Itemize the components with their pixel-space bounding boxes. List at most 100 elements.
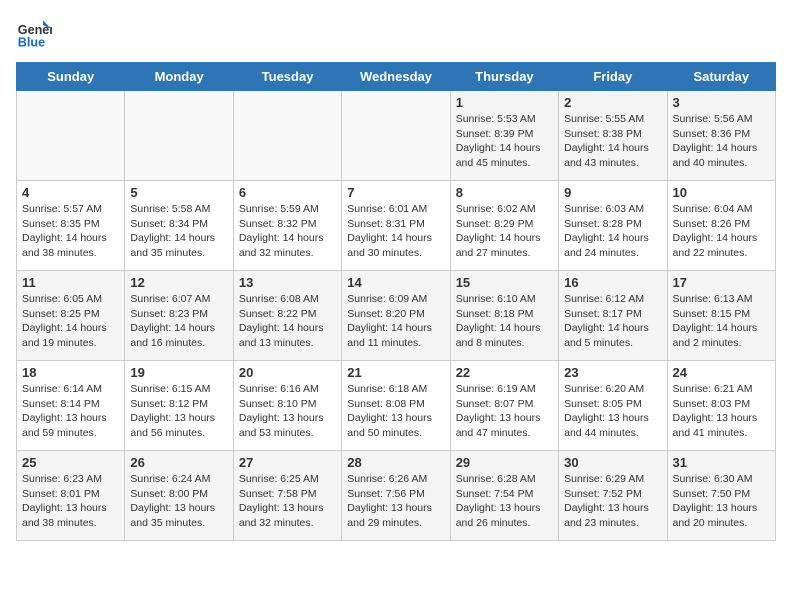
day-info: Sunrise: 5:55 AMSunset: 8:38 PMDaylight:… (564, 112, 661, 171)
day-info: Sunrise: 6:28 AMSunset: 7:54 PMDaylight:… (456, 472, 553, 531)
calendar-cell: 23 Sunrise: 6:20 AMSunset: 8:05 PMDayligh… (559, 361, 667, 451)
calendar-cell: 9 Sunrise: 6:03 AMSunset: 8:28 PMDaylight… (559, 181, 667, 271)
day-info: Sunrise: 6:12 AMSunset: 8:17 PMDaylight:… (564, 292, 661, 351)
calendar-cell: 1 Sunrise: 5:53 AMSunset: 8:39 PMDaylight… (450, 91, 558, 181)
calendar-cell: 17 Sunrise: 6:13 AMSunset: 8:15 PMDayligh… (667, 271, 775, 361)
calendar-cell: 6 Sunrise: 5:59 AMSunset: 8:32 PMDaylight… (233, 181, 341, 271)
calendar-cell: 11 Sunrise: 6:05 AMSunset: 8:25 PMDayligh… (17, 271, 125, 361)
day-number: 24 (673, 365, 770, 380)
calendar-cell (125, 91, 233, 181)
day-info: Sunrise: 6:30 AMSunset: 7:50 PMDaylight:… (673, 472, 770, 531)
day-info: Sunrise: 6:10 AMSunset: 8:18 PMDaylight:… (456, 292, 553, 351)
calendar-cell: 14Sunrise: 6:09 AMSunset: 8:20 PMDayligh… (342, 271, 450, 361)
day-number: 20 (239, 365, 336, 380)
calendar-cell: 7 Sunrise: 6:01 AMSunset: 8:31 PMDaylight… (342, 181, 450, 271)
day-number: 12 (130, 275, 227, 290)
day-info: Sunrise: 6:01 AMSunset: 8:31 PMDaylight:… (347, 202, 444, 261)
day-number: 8 (456, 185, 553, 200)
calendar-cell: 4Sunrise: 5:57 AMSunset: 8:35 PMDaylight… (17, 181, 125, 271)
calendar-cell: 2 Sunrise: 5:55 AMSunset: 8:38 PMDaylight… (559, 91, 667, 181)
calendar-cell (233, 91, 341, 181)
day-info: Sunrise: 6:14 AMSunset: 8:14 PMDaylight:… (22, 382, 119, 441)
day-number: 3 (673, 95, 770, 110)
svg-text:Blue: Blue (18, 36, 45, 50)
day-info: Sunrise: 6:04 AMSunset: 8:26 PMDaylight:… (673, 202, 770, 261)
dow-header: Wednesday (342, 63, 450, 91)
day-number: 28 (347, 455, 444, 470)
logo: General Blue (16, 16, 52, 52)
day-number: 5 (130, 185, 227, 200)
day-info: Sunrise: 6:19 AMSunset: 8:07 PMDaylight:… (456, 382, 553, 441)
day-info: Sunrise: 6:02 AMSunset: 8:29 PMDaylight:… (456, 202, 553, 261)
calendar-cell: 16 Sunrise: 6:12 AMSunset: 8:17 PMDayligh… (559, 271, 667, 361)
day-info: Sunrise: 6:09 AMSunset: 8:20 PMDaylight:… (347, 292, 444, 351)
calendar-cell: 18 Sunrise: 6:14 AMSunset: 8:14 PMDayligh… (17, 361, 125, 451)
calendar-cell: 25Sunrise: 6:23 AMSunset: 8:01 PMDayligh… (17, 451, 125, 541)
day-info: Sunrise: 6:07 AMSunset: 8:23 PMDaylight:… (130, 292, 227, 351)
calendar-header: SundayMondayTuesdayWednesdayThursdayFrid… (17, 63, 776, 91)
calendar-cell: 13 Sunrise: 6:08 AMSunset: 8:22 PMDayligh… (233, 271, 341, 361)
day-number: 2 (564, 95, 661, 110)
dow-header: Saturday (667, 63, 775, 91)
calendar-cell: 21Sunrise: 6:18 AMSunset: 8:08 PMDayligh… (342, 361, 450, 451)
calendar-cell: 12 Sunrise: 6:07 AMSunset: 8:23 PMDayligh… (125, 271, 233, 361)
day-number: 13 (239, 275, 336, 290)
page-header: General Blue (16, 16, 776, 52)
day-number: 10 (673, 185, 770, 200)
day-number: 11 (22, 275, 119, 290)
day-info: Sunrise: 5:58 AMSunset: 8:34 PMDaylight:… (130, 202, 227, 261)
calendar-cell: 24 Sunrise: 6:21 AMSunset: 8:03 PMDayligh… (667, 361, 775, 451)
day-info: Sunrise: 6:25 AMSunset: 7:58 PMDaylight:… (239, 472, 336, 531)
calendar-cell (342, 91, 450, 181)
calendar-cell: 15 Sunrise: 6:10 AMSunset: 8:18 PMDayligh… (450, 271, 558, 361)
calendar-cell: 19 Sunrise: 6:15 AMSunset: 8:12 PMDayligh… (125, 361, 233, 451)
day-number: 27 (239, 455, 336, 470)
day-number: 4 (22, 185, 119, 200)
day-number: 17 (673, 275, 770, 290)
day-info: Sunrise: 5:59 AMSunset: 8:32 PMDaylight:… (239, 202, 336, 261)
day-number: 15 (456, 275, 553, 290)
day-number: 30 (564, 455, 661, 470)
calendar-cell: 31 Sunrise: 6:30 AMSunset: 7:50 PMDayligh… (667, 451, 775, 541)
calendar-cell: 10 Sunrise: 6:04 AMSunset: 8:26 PMDayligh… (667, 181, 775, 271)
day-number: 21 (347, 365, 444, 380)
day-number: 1 (456, 95, 553, 110)
day-number: 26 (130, 455, 227, 470)
calendar-cell (17, 91, 125, 181)
calendar-cell: 28 Sunrise: 6:26 AMSunset: 7:56 PMDayligh… (342, 451, 450, 541)
day-info: Sunrise: 6:03 AMSunset: 8:28 PMDaylight:… (564, 202, 661, 261)
calendar-cell: 22Sunrise: 6:19 AMSunset: 8:07 PMDayligh… (450, 361, 558, 451)
day-number: 31 (673, 455, 770, 470)
day-number: 18 (22, 365, 119, 380)
calendar-cell: 8 Sunrise: 6:02 AMSunset: 8:29 PMDaylight… (450, 181, 558, 271)
day-number: 6 (239, 185, 336, 200)
calendar-cell: 27 Sunrise: 6:25 AMSunset: 7:58 PMDayligh… (233, 451, 341, 541)
day-info: Sunrise: 6:26 AMSunset: 7:56 PMDaylight:… (347, 472, 444, 531)
day-number: 19 (130, 365, 227, 380)
day-info: Sunrise: 6:29 AMSunset: 7:52 PMDaylight:… (564, 472, 661, 531)
calendar-cell: 26Sunrise: 6:24 AMSunset: 8:00 PMDayligh… (125, 451, 233, 541)
dow-header: Tuesday (233, 63, 341, 91)
day-info: Sunrise: 6:23 AMSunset: 8:01 PMDaylight:… (22, 472, 119, 531)
dow-header: Monday (125, 63, 233, 91)
day-info: Sunrise: 6:05 AMSunset: 8:25 PMDaylight:… (22, 292, 119, 351)
day-number: 16 (564, 275, 661, 290)
day-number: 7 (347, 185, 444, 200)
day-info: Sunrise: 6:16 AMSunset: 8:10 PMDaylight:… (239, 382, 336, 441)
day-info: Sunrise: 6:08 AMSunset: 8:22 PMDaylight:… (239, 292, 336, 351)
calendar-cell: 29 Sunrise: 6:28 AMSunset: 7:54 PMDayligh… (450, 451, 558, 541)
day-info: Sunrise: 6:15 AMSunset: 8:12 PMDaylight:… (130, 382, 227, 441)
dow-header: Friday (559, 63, 667, 91)
day-info: Sunrise: 6:21 AMSunset: 8:03 PMDaylight:… (673, 382, 770, 441)
day-info: Sunrise: 5:53 AMSunset: 8:39 PMDaylight:… (456, 112, 553, 171)
calendar-cell: 5 Sunrise: 5:58 AMSunset: 8:34 PMDaylight… (125, 181, 233, 271)
day-number: 23 (564, 365, 661, 380)
calendar-table: SundayMondayTuesdayWednesdayThursdayFrid… (16, 62, 776, 541)
day-info: Sunrise: 5:56 AMSunset: 8:36 PMDaylight:… (673, 112, 770, 171)
day-info: Sunrise: 6:20 AMSunset: 8:05 PMDaylight:… (564, 382, 661, 441)
calendar-cell: 20 Sunrise: 6:16 AMSunset: 8:10 PMDayligh… (233, 361, 341, 451)
day-info: Sunrise: 6:13 AMSunset: 8:15 PMDaylight:… (673, 292, 770, 351)
day-number: 29 (456, 455, 553, 470)
day-number: 9 (564, 185, 661, 200)
dow-header: Thursday (450, 63, 558, 91)
